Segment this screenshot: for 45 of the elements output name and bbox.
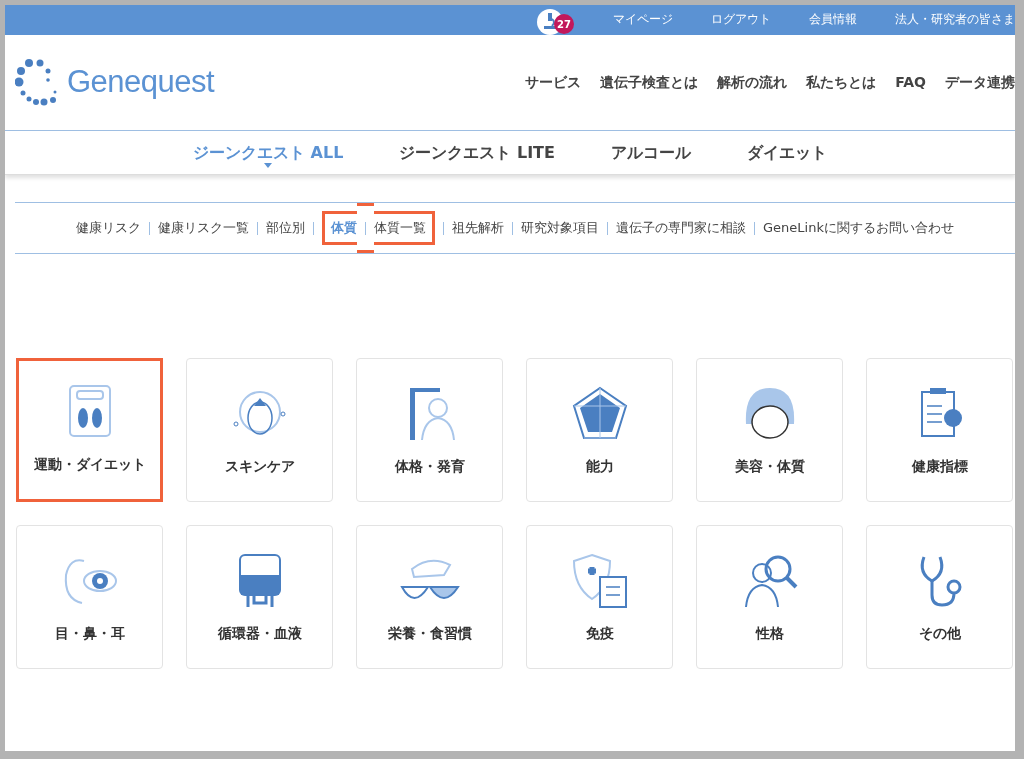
- subnav-link[interactable]: 健康リスク: [76, 211, 142, 245]
- nav-link[interactable]: FAQ: [895, 72, 926, 93]
- notification-badge: 27: [554, 14, 574, 34]
- category-label: 性格: [755, 624, 784, 643]
- logo-dots-icon: [15, 57, 59, 108]
- category-label: 体格・発育: [394, 457, 465, 476]
- nav-link[interactable]: 遺伝子検査とは: [600, 72, 699, 93]
- subnav-link[interactable]: GeneLinkに関するお問い合わせ: [763, 211, 954, 245]
- category-label: スキンケア: [224, 457, 295, 476]
- subnav-link[interactable]: 祖先解析: [452, 211, 505, 245]
- category-card[interactable]: スキンケア: [186, 358, 333, 502]
- subnav-link[interactable]: 体質一覧: [374, 211, 436, 245]
- nav-link[interactable]: 解析の流れ: [717, 72, 788, 93]
- category-label: 美容・体質: [734, 457, 805, 476]
- category-label: 循環器・血液: [217, 624, 302, 643]
- tab[interactable]: アルコール: [582, 131, 719, 174]
- category-card[interactable]: 健康指標: [866, 358, 1013, 502]
- category-card[interactable]: 免疫: [526, 525, 673, 669]
- category-card[interactable]: その他: [866, 525, 1013, 669]
- subnav-link[interactable]: 部位別: [266, 211, 306, 245]
- category-label: 健康指標: [911, 457, 968, 476]
- category-label: 運動・ダイエット: [33, 455, 146, 474]
- category-card[interactable]: 美容・体質: [696, 358, 843, 502]
- category-card[interactable]: 性格: [696, 525, 843, 669]
- category-card[interactable]: 運動・ダイエット: [16, 358, 163, 502]
- subnav-link[interactable]: 遺伝子の専門家に相談: [616, 211, 747, 245]
- category-card[interactable]: 能力: [526, 358, 673, 502]
- logo-text: Genequest: [67, 63, 215, 102]
- category-card[interactable]: 体格・発育: [356, 358, 503, 502]
- category-card[interactable]: 循環器・血液: [186, 525, 333, 669]
- category-card[interactable]: 栄養・食習慣: [356, 525, 503, 669]
- tab[interactable]: ジーンクエスト LITE: [371, 131, 583, 174]
- microscope-icon: [543, 13, 557, 29]
- nav-link[interactable]: データ連携: [945, 72, 1015, 93]
- subnav-link[interactable]: 健康リスク一覧: [158, 211, 250, 245]
- subnav-link[interactable]: 研究対象項目: [521, 211, 600, 245]
- nav-link[interactable]: サービス: [525, 72, 582, 93]
- nav-link[interactable]: 私たちとは: [806, 72, 877, 93]
- category-label: 目・鼻・耳: [54, 624, 125, 643]
- category-card[interactable]: 目・鼻・耳: [16, 525, 163, 669]
- category-label: 栄養・食習慣: [387, 624, 472, 643]
- category-label: 免疫: [585, 624, 614, 643]
- tab[interactable]: ダイエット: [718, 131, 855, 174]
- category-label: その他: [918, 624, 961, 643]
- category-label: 能力: [585, 457, 614, 476]
